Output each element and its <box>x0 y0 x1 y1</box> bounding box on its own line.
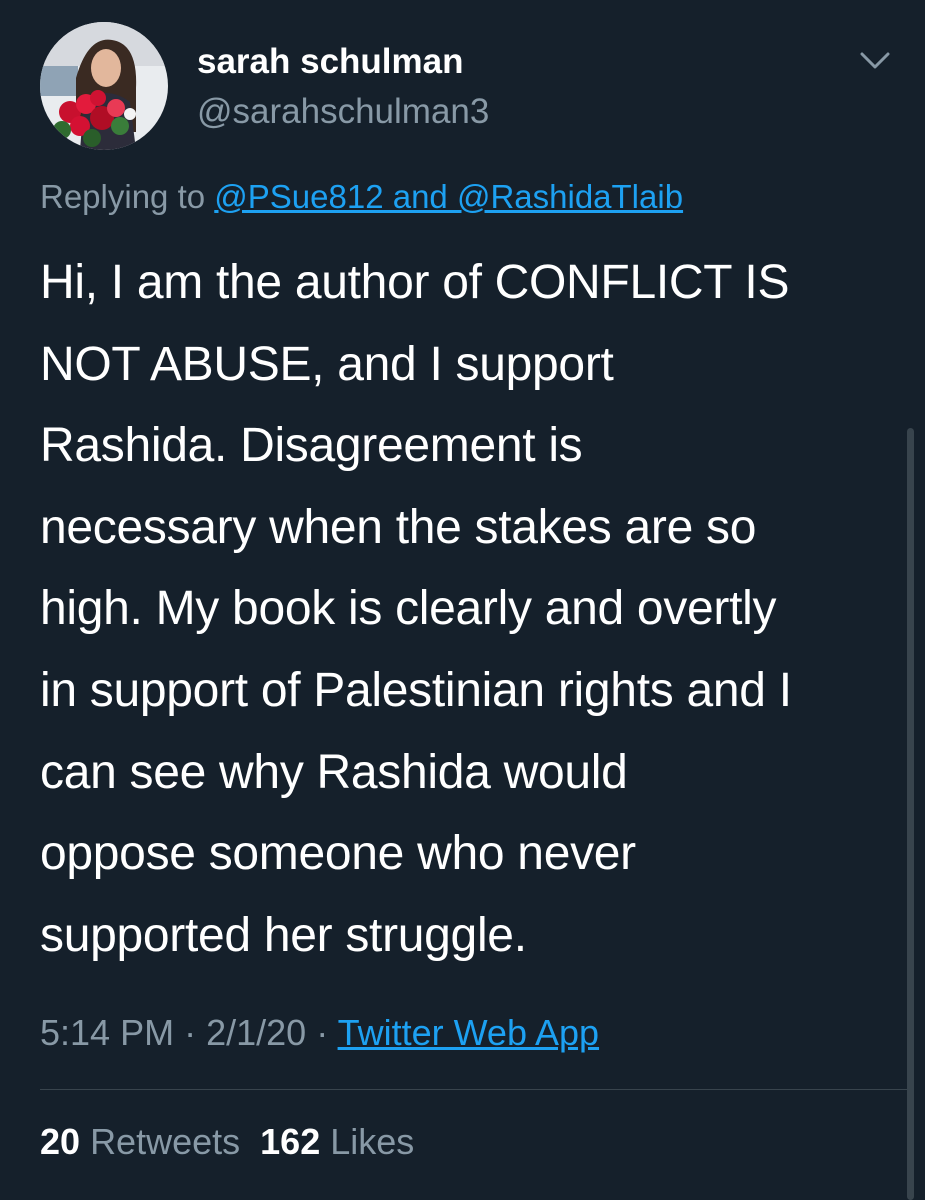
tweet-time[interactable]: 5:14 PM <box>40 1012 174 1053</box>
meta-separator: · <box>316 1012 329 1053</box>
tweet-text: Hi, I am the author of CONFLICT IS NOT A… <box>40 256 792 962</box>
reply-mentions-link[interactable]: @PSue812 and @RashidaTlaib <box>214 178 683 215</box>
author-handle[interactable]: @sarahschulman3 <box>197 90 489 134</box>
meta-separator: · <box>184 1012 197 1053</box>
retweets-stat[interactable]: 20 Retweets <box>40 1121 240 1162</box>
chevron-down-icon[interactable] <box>858 48 892 72</box>
likes-label: Likes <box>330 1121 415 1162</box>
scrollbar[interactable] <box>907 428 914 1200</box>
tweet-stats: 20 Retweets 162 Likes <box>40 1119 414 1165</box>
avatar[interactable] <box>40 22 168 150</box>
tweet-meta: 5:14 PM · 2/1/20 · Twitter Web App <box>40 1010 599 1056</box>
author-display-name[interactable]: sarah schulman <box>197 40 464 84</box>
tweet-date[interactable]: 2/1/20 <box>206 1012 306 1053</box>
reply-prefix: Replying to <box>40 178 215 215</box>
likes-stat[interactable]: 162 Likes <box>260 1121 414 1162</box>
reply-context: Replying to @PSue812 and @RashidaTlaib <box>40 176 683 218</box>
tweet-source-link[interactable]: Twitter Web App <box>338 1012 599 1053</box>
divider <box>40 1089 912 1090</box>
retweets-count: 20 <box>40 1121 81 1162</box>
avatar-photo <box>40 22 168 150</box>
likes-count: 162 <box>260 1121 321 1162</box>
retweets-label: Retweets <box>90 1121 241 1162</box>
